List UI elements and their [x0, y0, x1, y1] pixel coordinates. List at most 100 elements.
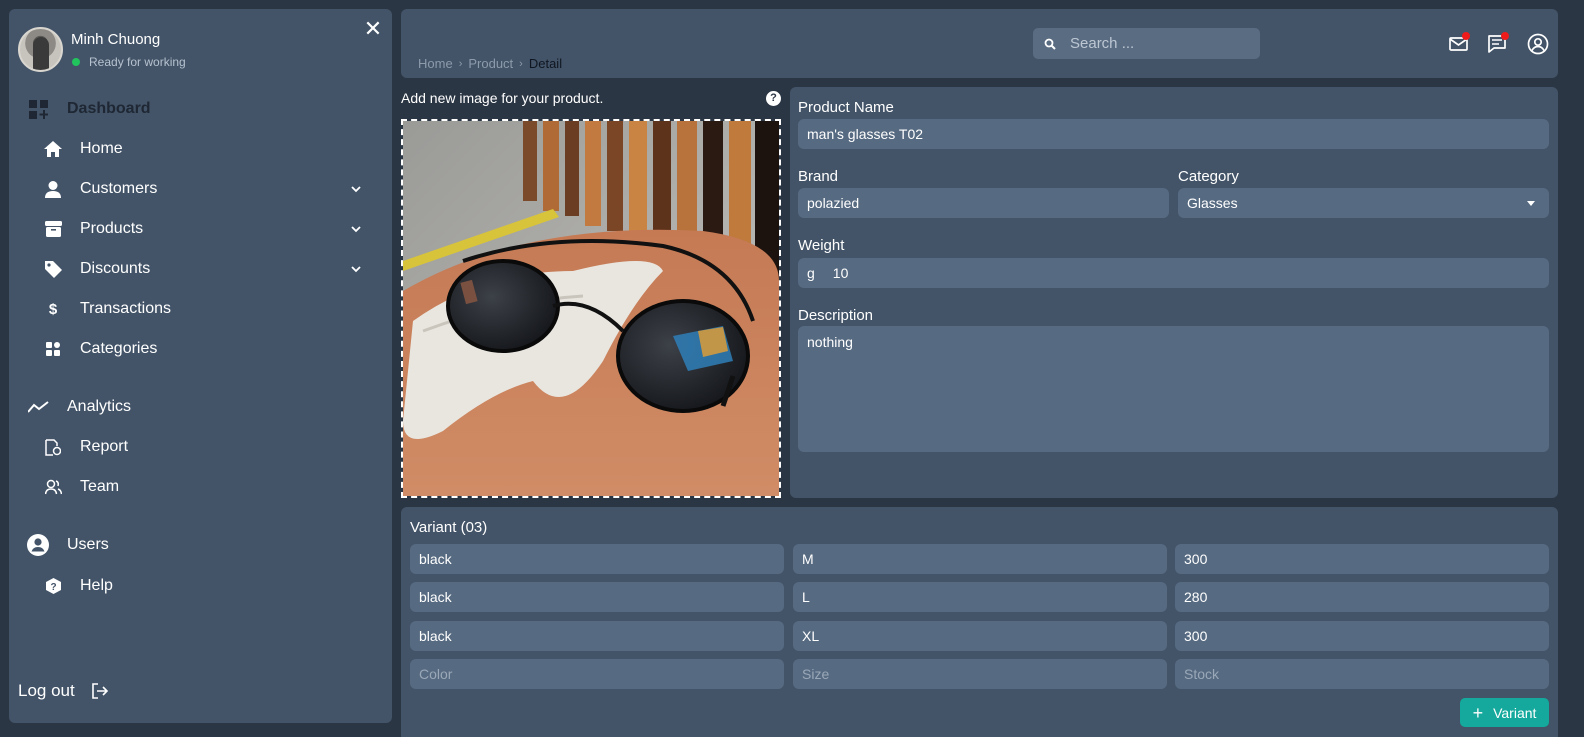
- sidebar-item-discounts[interactable]: Discounts: [9, 254, 392, 284]
- sidebar-item-label: Categories: [80, 340, 158, 357]
- team-icon: [44, 478, 62, 496]
- sidebar-item-customers[interactable]: Customers: [9, 174, 392, 204]
- brand-input[interactable]: polazied: [798, 188, 1169, 218]
- user-status: Ready for working: [71, 55, 186, 69]
- chevron-down-icon[interactable]: [349, 182, 363, 196]
- variant-title: Variant (03): [410, 519, 488, 536]
- dollar-icon: $: [48, 300, 58, 318]
- sidebar-item-categories[interactable]: Categories: [9, 334, 392, 364]
- sidebar-item-report[interactable]: Report: [9, 432, 392, 462]
- user-profile: Minh Chuong Ready for working: [18, 27, 186, 72]
- sidebar-section-label: Users: [67, 536, 109, 553]
- variant-size-input[interactable]: M: [793, 544, 1167, 574]
- caret-down-icon: [1527, 201, 1535, 206]
- sidebar-item-label: Team: [80, 478, 120, 495]
- help-icon: ?: [44, 577, 62, 595]
- product-name-input[interactable]: man's glasses T02: [798, 119, 1549, 149]
- box-icon: [44, 220, 62, 238]
- brand-label: Brand: [798, 168, 839, 185]
- chevron-right-icon: ›: [458, 57, 463, 70]
- user-status-text: Ready for working: [89, 54, 186, 69]
- sidebar-item-transactions[interactable]: $ Transactions: [9, 294, 392, 324]
- messages-button[interactable]: [1487, 32, 1509, 55]
- weight-label: Weight: [798, 237, 845, 254]
- category-label: Category: [1178, 168, 1239, 185]
- chevron-down-icon[interactable]: [349, 262, 363, 276]
- sidebar-section-label: Dashboard: [67, 100, 151, 117]
- tag-icon: [44, 260, 62, 278]
- sidebar-item-label: Report: [80, 438, 129, 455]
- variant-size-input[interactable]: XL: [793, 621, 1167, 651]
- logout-button[interactable]: Log out: [18, 681, 109, 701]
- variant-panel: Variant (03) black M 300 black L 280 bla…: [401, 507, 1558, 737]
- avatar: [18, 27, 63, 72]
- variant-color-input[interactable]: black: [410, 582, 784, 612]
- dashboard-icon: [27, 98, 49, 120]
- chevron-right-icon: ›: [519, 57, 523, 70]
- svg-text:?: ?: [50, 582, 56, 593]
- sidebar-item-products[interactable]: Products: [9, 214, 392, 244]
- account-circle-icon: [1527, 33, 1549, 55]
- variant-size-input[interactable]: L: [793, 582, 1167, 612]
- plus-icon: +: [1472, 702, 1484, 723]
- report-icon: [44, 438, 62, 456]
- new-variant-color-input[interactable]: Color: [410, 659, 784, 689]
- account-button[interactable]: [1527, 33, 1549, 55]
- sidebar-item-home[interactable]: Home: [9, 134, 392, 164]
- sidebar-item-label: Discounts: [80, 260, 151, 277]
- logout-icon: [91, 683, 108, 699]
- new-variant-size-input[interactable]: Size: [793, 659, 1167, 689]
- logout-label: Log out: [18, 681, 75, 700]
- weight-value: 10: [832, 265, 849, 281]
- sidebar-item-team[interactable]: Team: [9, 472, 392, 502]
- add-variant-label: Variant: [1493, 704, 1537, 721]
- product-name-label: Product Name: [798, 99, 894, 116]
- variant-stock-input[interactable]: 300: [1175, 621, 1549, 651]
- image-caption: Add new image for your product.: [401, 90, 604, 106]
- person-icon: [44, 180, 62, 198]
- breadcrumb-home[interactable]: Home: [418, 56, 453, 71]
- chevron-down-icon[interactable]: [349, 222, 363, 236]
- sidebar-item-label: Home: [80, 140, 123, 157]
- sidebar-section-users[interactable]: Users: [9, 530, 392, 560]
- breadcrumb-detail: Detail: [528, 56, 563, 71]
- sidebar-section-analytics[interactable]: Analytics: [9, 392, 392, 422]
- add-variant-button[interactable]: + Variant: [1460, 698, 1549, 727]
- analytics-icon: [27, 396, 49, 418]
- variant-stock-input[interactable]: 300: [1175, 544, 1549, 574]
- variant-color-input[interactable]: black: [410, 544, 784, 574]
- sidebar-item-label: Products: [80, 220, 144, 237]
- product-image-dropzone[interactable]: [401, 119, 781, 498]
- variant-color-input[interactable]: black: [410, 621, 784, 651]
- weight-input[interactable]: g 10: [798, 258, 1549, 288]
- sidebar-section-dashboard[interactable]: Dashboard: [9, 94, 392, 124]
- user-name: Minh Chuong: [71, 30, 161, 48]
- category-select[interactable]: Glasses: [1178, 188, 1549, 218]
- search-icon: [1044, 38, 1056, 50]
- product-form: Product Name man's glasses T02 Brand pol…: [790, 87, 1558, 498]
- new-variant-stock-input[interactable]: Stock: [1175, 659, 1549, 689]
- sidebar-item-label: Help: [80, 577, 113, 594]
- search-box[interactable]: [1033, 28, 1260, 59]
- online-status-dot: [72, 57, 80, 66]
- mail-button[interactable]: [1448, 32, 1470, 55]
- sidebar-item-help[interactable]: ? Help: [9, 571, 392, 601]
- grid-icon: [44, 340, 62, 358]
- top-header: Home › Product › Detail: [401, 9, 1558, 78]
- description-textarea[interactable]: nothing: [798, 326, 1549, 452]
- search-input[interactable]: [1070, 35, 1250, 52]
- description-label: Description: [798, 307, 874, 324]
- sidebar-item-label: Customers: [80, 180, 158, 197]
- sidebar-section-label: Analytics: [67, 398, 132, 415]
- notification-badge: [1462, 32, 1470, 40]
- home-icon: [44, 140, 62, 158]
- help-icon[interactable]: ?: [766, 91, 781, 106]
- variant-stock-input[interactable]: 280: [1175, 582, 1549, 612]
- notification-badge: [1501, 32, 1509, 40]
- sidebar-item-label: Transactions: [80, 300, 171, 317]
- product-image: [403, 121, 779, 496]
- breadcrumb: Home › Product › Detail: [418, 56, 562, 71]
- user-circle-icon: [27, 534, 49, 556]
- close-sidebar-button[interactable]: ✕: [363, 18, 383, 40]
- breadcrumb-product[interactable]: Product: [468, 56, 513, 71]
